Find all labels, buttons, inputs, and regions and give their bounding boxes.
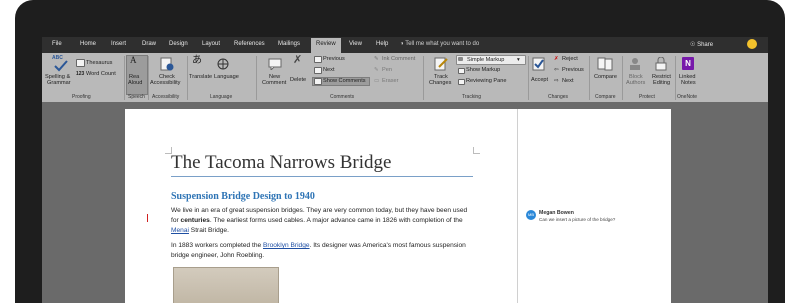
ribbon-separator [256, 56, 257, 100]
word-count-icon: 123 [76, 71, 85, 77]
document-page[interactable]: The Tacoma Narrows Bridge Suspension Bri… [125, 109, 517, 303]
ribbon-separator [622, 56, 623, 100]
tell-me-box[interactable]: ◑ Tell me what you want to do [400, 41, 479, 47]
lock-icon [655, 57, 667, 71]
ribbon-separator [589, 56, 590, 100]
translate-icon: あ [192, 55, 202, 66]
ribbon-separator [528, 56, 529, 100]
group-label-language: Language [210, 94, 233, 100]
chevron-down-icon: ▾ [517, 57, 520, 63]
accept-icon [532, 57, 545, 71]
track-changes-icon [434, 57, 448, 71]
comments-pane: MB Megan Bowen Can we insert a picture o… [517, 109, 671, 303]
delete-comment-icon: ✗ [293, 54, 303, 66]
group-label-tracking: Tracking [462, 94, 481, 100]
previous-comment-icon [314, 56, 322, 63]
ribbon-separator [187, 56, 188, 100]
spelling-check-icon [54, 60, 68, 72]
reviewing-pane-icon [458, 79, 465, 85]
lightbulb-icon: ◑ [400, 41, 404, 47]
avatar: MB [526, 210, 536, 220]
show-markup-icon [458, 68, 465, 74]
group-label-accessibility: Accessibility [152, 94, 180, 100]
share-button[interactable]: ☉ Share [690, 41, 713, 48]
menai-link[interactable]: Menai [171, 227, 189, 234]
tab-help[interactable]: Help [376, 41, 388, 47]
feedback-smiley-icon[interactable] [747, 39, 757, 49]
ribbon-separator [675, 56, 676, 100]
group-label-changes: Changes [548, 94, 569, 100]
group-label-speech: Speech [128, 94, 145, 100]
ink-comment-icon: ✎ [374, 56, 379, 62]
brooklyn-bridge-link[interactable]: Brooklyn Bridge [263, 242, 310, 249]
section-heading: Suspension Bridge Design to 1940 [171, 191, 315, 202]
pen-icon: ✎ [374, 67, 379, 73]
show-comments-icon [314, 78, 322, 85]
reject-icon: ✗ [554, 56, 559, 62]
ribbon-separator [148, 56, 149, 100]
tab-design[interactable]: Design [169, 41, 188, 47]
tab-references[interactable]: References [234, 41, 265, 47]
block-authors-icon [630, 58, 640, 70]
group-label-onenote: OneNote [677, 94, 698, 100]
group-label-comments: Comments [330, 94, 355, 100]
paragraph-1: We live in an era of great suspension br… [171, 207, 468, 234]
comment-text: Can we insert a picture of the bridge? [539, 217, 616, 222]
tab-view[interactable]: View [349, 41, 362, 47]
document-title: The Tacoma Narrows Bridge [171, 152, 392, 173]
thesaurus-icon [76, 59, 85, 67]
markup-icon [458, 57, 463, 61]
tab-review[interactable]: Review [311, 38, 341, 53]
accessibility-check-icon [160, 57, 174, 71]
compare-icon [597, 57, 613, 71]
comment-author: Megan Bowen [539, 210, 574, 216]
simple-markup-dropdown[interactable]: Simple Markup ▾ [456, 55, 526, 65]
eraser-icon: ▭ [374, 78, 380, 84]
onenote-icon: N [682, 57, 694, 70]
word-window: File Home Insert Draw Design Layout Refe… [42, 37, 768, 303]
group-label-proofing: Proofing [72, 94, 91, 100]
document-area: The Tacoma Narrows Bridge Suspension Bri… [42, 102, 768, 303]
arrow-left-icon: ⇦ [554, 67, 559, 73]
review-ribbon: ABC Spelling & Grammar Thesaurus 123 Wor… [42, 53, 768, 102]
change-bar [147, 214, 148, 222]
tab-draw[interactable]: Draw [142, 41, 156, 47]
tab-home[interactable]: Home [80, 41, 96, 47]
share-icon: ☉ [690, 42, 696, 48]
language-globe-icon [217, 58, 229, 70]
group-label-protect: Protect [639, 94, 655, 100]
bridge-photo[interactable] [173, 267, 279, 303]
arrow-right-icon: ⇨ [554, 78, 559, 84]
paragraph-2: In 1883 workers completed the Brooklyn B… [171, 242, 466, 259]
new-comment-icon [268, 58, 282, 70]
tab-mailings[interactable]: Mailings [278, 41, 300, 47]
tab-file[interactable]: File [52, 41, 62, 47]
tab-layout[interactable]: Layout [202, 41, 220, 47]
ribbon-tab-bar: File Home Insert Draw Design Layout Refe… [42, 37, 768, 53]
read-aloud-icon: A [130, 55, 137, 65]
next-comment-icon [314, 67, 322, 74]
title-underline [171, 176, 473, 177]
tab-insert[interactable]: Insert [111, 41, 126, 47]
ribbon-separator [423, 56, 424, 100]
crop-mark [473, 147, 480, 154]
group-label-compare: Compare [595, 94, 616, 100]
ribbon-separator [124, 56, 125, 100]
